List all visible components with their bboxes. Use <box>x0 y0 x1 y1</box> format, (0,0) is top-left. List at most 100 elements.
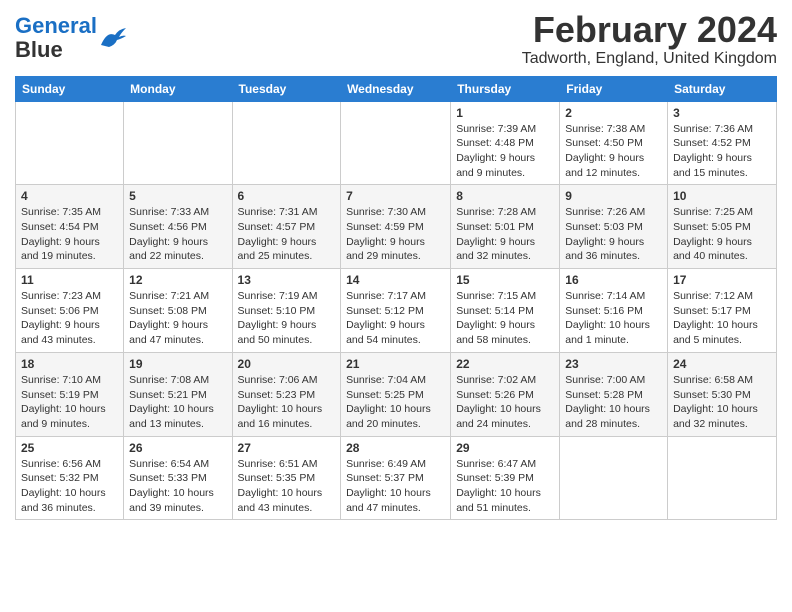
day-number: 14 <box>346 273 445 287</box>
day-number: 19 <box>129 357 226 371</box>
day-number: 8 <box>456 189 554 203</box>
day-number: 11 <box>21 273 118 287</box>
day-info: Sunrise: 7:31 AM Sunset: 4:57 PM Dayligh… <box>238 205 336 264</box>
day-info: Sunrise: 7:30 AM Sunset: 4:59 PM Dayligh… <box>346 205 445 264</box>
logo-icon <box>99 27 127 49</box>
day-info: Sunrise: 7:28 AM Sunset: 5:01 PM Dayligh… <box>456 205 554 264</box>
calendar-cell <box>16 101 124 185</box>
calendar-cell: 24 Sunrise: 6:58 AM Sunset: 5:30 PM Dayli… <box>668 352 777 436</box>
day-number: 7 <box>346 189 445 203</box>
day-number: 9 <box>565 189 662 203</box>
day-number: 12 <box>129 273 226 287</box>
weekday-header-monday: Monday <box>124 76 232 101</box>
day-number: 22 <box>456 357 554 371</box>
month-title: February 2024 <box>522 10 777 50</box>
day-info: Sunrise: 7:36 AM Sunset: 4:52 PM Dayligh… <box>673 122 771 181</box>
calendar-cell: 10 Sunrise: 7:25 AM Sunset: 5:05 PM Dayli… <box>668 185 777 269</box>
calendar-cell: 22 Sunrise: 7:02 AM Sunset: 5:26 PM Dayli… <box>451 352 560 436</box>
day-number: 28 <box>346 441 445 455</box>
day-info: Sunrise: 7:21 AM Sunset: 5:08 PM Dayligh… <box>129 289 226 348</box>
day-info: Sunrise: 7:23 AM Sunset: 5:06 PM Dayligh… <box>21 289 118 348</box>
day-info: Sunrise: 7:15 AM Sunset: 5:14 PM Dayligh… <box>456 289 554 348</box>
day-number: 26 <box>129 441 226 455</box>
day-info: Sunrise: 6:49 AM Sunset: 5:37 PM Dayligh… <box>346 457 445 516</box>
day-info: Sunrise: 7:19 AM Sunset: 5:10 PM Dayligh… <box>238 289 336 348</box>
day-number: 13 <box>238 273 336 287</box>
weekday-header-wednesday: Wednesday <box>341 76 451 101</box>
calendar-cell: 1Sunrise: 7:39 AM Sunset: 4:48 PM Daylig… <box>451 101 560 185</box>
day-info: Sunrise: 6:47 AM Sunset: 5:39 PM Dayligh… <box>456 457 554 516</box>
calendar-cell <box>560 436 668 520</box>
logo: General Blue <box>15 14 127 62</box>
day-info: Sunrise: 6:51 AM Sunset: 5:35 PM Dayligh… <box>238 457 336 516</box>
day-number: 2 <box>565 106 662 120</box>
day-info: Sunrise: 7:33 AM Sunset: 4:56 PM Dayligh… <box>129 205 226 264</box>
calendar-cell <box>668 436 777 520</box>
day-number: 27 <box>238 441 336 455</box>
day-number: 6 <box>238 189 336 203</box>
calendar-cell: 26 Sunrise: 6:54 AM Sunset: 5:33 PM Dayli… <box>124 436 232 520</box>
day-number: 25 <box>21 441 118 455</box>
calendar-cell: 12 Sunrise: 7:21 AM Sunset: 5:08 PM Dayli… <box>124 269 232 353</box>
calendar-cell: 27 Sunrise: 6:51 AM Sunset: 5:35 PM Dayli… <box>232 436 341 520</box>
calendar-week-row: 25 Sunrise: 6:56 AM Sunset: 5:32 PM Dayli… <box>16 436 777 520</box>
day-number: 15 <box>456 273 554 287</box>
day-info: Sunrise: 7:14 AM Sunset: 5:16 PM Dayligh… <box>565 289 662 348</box>
day-info: Sunrise: 7:25 AM Sunset: 5:05 PM Dayligh… <box>673 205 771 264</box>
day-info: Sunrise: 7:39 AM Sunset: 4:48 PM Dayligh… <box>456 122 554 181</box>
calendar-cell: 20 Sunrise: 7:06 AM Sunset: 5:23 PM Dayli… <box>232 352 341 436</box>
calendar-cell: 13 Sunrise: 7:19 AM Sunset: 5:10 PM Dayli… <box>232 269 341 353</box>
page-header: General Blue February 2024 Tadworth, Eng… <box>15 10 777 68</box>
calendar-week-row: 4Sunrise: 7:35 AM Sunset: 4:54 PM Daylig… <box>16 185 777 269</box>
calendar-cell: 15 Sunrise: 7:15 AM Sunset: 5:14 PM Dayli… <box>451 269 560 353</box>
calendar-cell: 16 Sunrise: 7:14 AM Sunset: 5:16 PM Dayli… <box>560 269 668 353</box>
calendar-table: SundayMondayTuesdayWednesdayThursdayFrid… <box>15 76 777 521</box>
calendar-week-row: 18 Sunrise: 7:10 AM Sunset: 5:19 PM Dayli… <box>16 352 777 436</box>
day-info: Sunrise: 7:35 AM Sunset: 4:54 PM Dayligh… <box>21 205 118 264</box>
calendar-cell: 19 Sunrise: 7:08 AM Sunset: 5:21 PM Dayli… <box>124 352 232 436</box>
day-info: Sunrise: 7:17 AM Sunset: 5:12 PM Dayligh… <box>346 289 445 348</box>
calendar-cell: 17 Sunrise: 7:12 AM Sunset: 5:17 PM Dayli… <box>668 269 777 353</box>
calendar-cell: 29Sunrise: 6:47 AM Sunset: 5:39 PM Dayli… <box>451 436 560 520</box>
day-number: 20 <box>238 357 336 371</box>
weekday-header-saturday: Saturday <box>668 76 777 101</box>
day-number: 10 <box>673 189 771 203</box>
day-info: Sunrise: 6:56 AM Sunset: 5:32 PM Dayligh… <box>21 457 118 516</box>
calendar-cell: 18 Sunrise: 7:10 AM Sunset: 5:19 PM Dayli… <box>16 352 124 436</box>
day-info: Sunrise: 7:38 AM Sunset: 4:50 PM Dayligh… <box>565 122 662 181</box>
calendar-cell <box>124 101 232 185</box>
day-info: Sunrise: 6:54 AM Sunset: 5:33 PM Dayligh… <box>129 457 226 516</box>
weekday-header-tuesday: Tuesday <box>232 76 341 101</box>
day-number: 21 <box>346 357 445 371</box>
calendar-cell: 28 Sunrise: 6:49 AM Sunset: 5:37 PM Dayli… <box>341 436 451 520</box>
title-area: February 2024 Tadworth, England, United … <box>522 10 777 68</box>
day-number: 24 <box>673 357 771 371</box>
weekday-header-sunday: Sunday <box>16 76 124 101</box>
day-info: Sunrise: 7:08 AM Sunset: 5:21 PM Dayligh… <box>129 373 226 432</box>
day-info: Sunrise: 7:06 AM Sunset: 5:23 PM Dayligh… <box>238 373 336 432</box>
day-info: Sunrise: 7:00 AM Sunset: 5:28 PM Dayligh… <box>565 373 662 432</box>
weekday-header-friday: Friday <box>560 76 668 101</box>
day-info: Sunrise: 7:04 AM Sunset: 5:25 PM Dayligh… <box>346 373 445 432</box>
calendar-cell: 9 Sunrise: 7:26 AM Sunset: 5:03 PM Daylig… <box>560 185 668 269</box>
day-info: Sunrise: 6:58 AM Sunset: 5:30 PM Dayligh… <box>673 373 771 432</box>
calendar-cell: 6 Sunrise: 7:31 AM Sunset: 4:57 PM Daylig… <box>232 185 341 269</box>
day-info: Sunrise: 7:12 AM Sunset: 5:17 PM Dayligh… <box>673 289 771 348</box>
day-number: 18 <box>21 357 118 371</box>
calendar-cell: 25 Sunrise: 6:56 AM Sunset: 5:32 PM Dayli… <box>16 436 124 520</box>
logo-text: General Blue <box>15 14 97 62</box>
calendar-cell: 3Sunrise: 7:36 AM Sunset: 4:52 PM Daylig… <box>668 101 777 185</box>
day-info: Sunrise: 7:26 AM Sunset: 5:03 PM Dayligh… <box>565 205 662 264</box>
day-number: 16 <box>565 273 662 287</box>
day-number: 17 <box>673 273 771 287</box>
day-info: Sunrise: 7:02 AM Sunset: 5:26 PM Dayligh… <box>456 373 554 432</box>
weekday-header-row: SundayMondayTuesdayWednesdayThursdayFrid… <box>16 76 777 101</box>
calendar-cell: 14 Sunrise: 7:17 AM Sunset: 5:12 PM Dayli… <box>341 269 451 353</box>
calendar-cell <box>341 101 451 185</box>
day-info: Sunrise: 7:10 AM Sunset: 5:19 PM Dayligh… <box>21 373 118 432</box>
calendar-week-row: 11 Sunrise: 7:23 AM Sunset: 5:06 PM Dayli… <box>16 269 777 353</box>
calendar-cell: 23Sunrise: 7:00 AM Sunset: 5:28 PM Dayli… <box>560 352 668 436</box>
day-number: 5 <box>129 189 226 203</box>
calendar-cell: 21 Sunrise: 7:04 AM Sunset: 5:25 PM Dayli… <box>341 352 451 436</box>
calendar-cell: 8 Sunrise: 7:28 AM Sunset: 5:01 PM Daylig… <box>451 185 560 269</box>
